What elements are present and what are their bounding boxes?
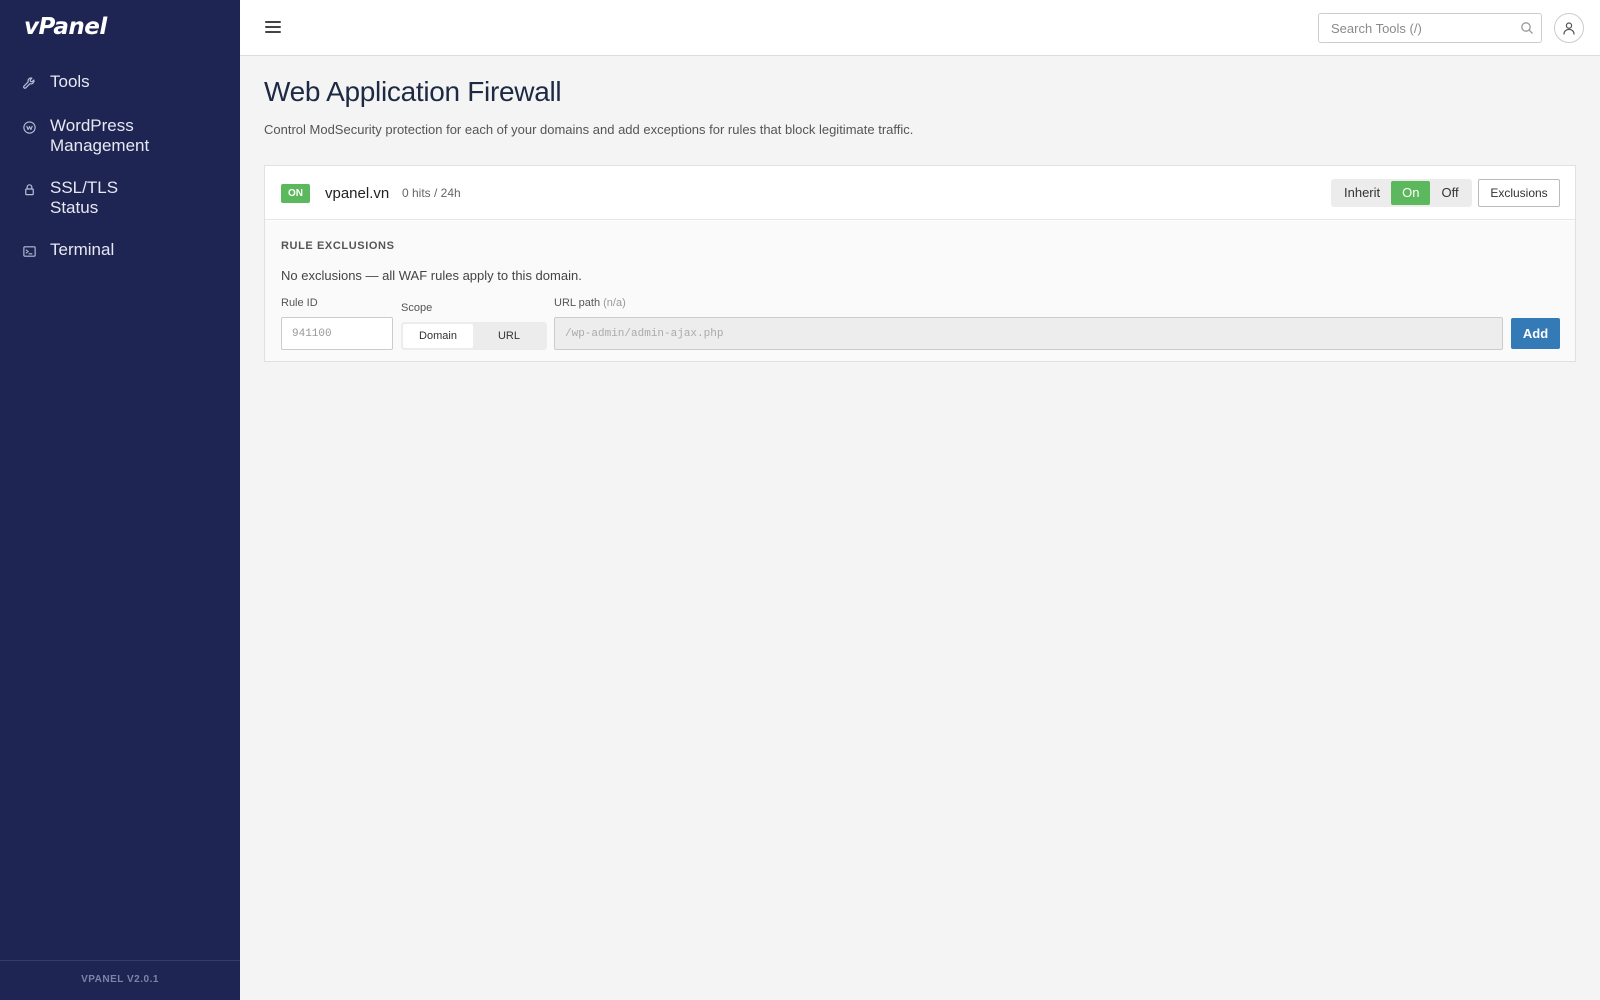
sidebar-item-tools[interactable]: Tools — [0, 66, 240, 100]
vpanel-logo[interactable]: vPanel — [24, 14, 107, 40]
sidebar-item-label: WordPress Management — [50, 116, 150, 155]
user-menu-button[interactable] — [1554, 13, 1584, 43]
add-exclusion-button[interactable]: Add — [1511, 318, 1560, 349]
rule-exclusions-panel: RULE EXCLUSIONS No exclusions — all WAF … — [265, 221, 1575, 361]
page-description: Control ModSecurity protection for each … — [264, 122, 914, 137]
url-path-hint: (n/a) — [603, 297, 626, 309]
sidebar-item-ssl-tls-status[interactable]: SSL/TLS Status — [0, 172, 240, 224]
mode-inherit-button[interactable]: Inherit — [1333, 181, 1391, 205]
sidebar-item-wordpress-management[interactable]: WordPress Management — [0, 110, 240, 162]
wordpress-icon — [20, 116, 38, 138]
sidebar-item-label: Terminal — [50, 240, 115, 259]
domain-card-header: ON vpanel.vn 0 hits / 24h Inherit On Off… — [265, 166, 1575, 220]
sidebar: vPanel Tools WordPress Management SSL/TL… — [0, 0, 240, 1000]
sidebar-item-label: Tools — [50, 72, 90, 91]
scope-domain-button[interactable]: Domain — [403, 324, 473, 348]
rule-id-label: Rule ID — [281, 297, 318, 309]
waf-mode-toggle: Inherit On Off — [1331, 179, 1472, 207]
wrench-icon — [20, 72, 38, 94]
url-path-input[interactable] — [554, 317, 1503, 350]
url-path-label-text: URL path — [554, 297, 601, 309]
search-input[interactable] — [1319, 14, 1509, 42]
page-title: Web Application Firewall — [264, 76, 562, 107]
terminal-icon — [20, 240, 38, 262]
mode-off-button[interactable]: Off — [1430, 181, 1469, 205]
user-icon — [1563, 22, 1575, 35]
topbar — [240, 0, 1600, 56]
status-badge: ON — [281, 184, 310, 203]
lock-icon — [20, 178, 38, 200]
rule-id-input[interactable] — [281, 317, 393, 350]
exclusions-button[interactable]: Exclusions — [1478, 179, 1560, 207]
scope-toggle: Domain URL — [401, 322, 547, 350]
hits-count: 0 hits / 24h — [402, 186, 461, 200]
domain-waf-card: ON vpanel.vn 0 hits / 24h Inherit On Off… — [264, 165, 1576, 362]
domain-name: vpanel.vn — [325, 185, 390, 202]
scope-label: Scope — [401, 302, 433, 314]
sidebar-nav: Tools WordPress Management SSL/TLS Statu… — [0, 62, 240, 268]
section-title: RULE EXCLUSIONS — [281, 240, 395, 252]
sidebar-item-label: SSL/TLS Status — [50, 178, 119, 217]
sidebar-item-terminal[interactable]: Terminal — [0, 234, 240, 268]
url-path-label: URL path (n/a) — [554, 297, 626, 309]
scope-url-button[interactable]: URL — [473, 324, 545, 348]
mode-on-button[interactable]: On — [1391, 181, 1431, 205]
search-box — [1318, 13, 1542, 43]
empty-message: No exclusions — all WAF rules apply to t… — [281, 268, 582, 283]
menu-toggle-icon[interactable] — [264, 18, 282, 36]
version-label: VPANEL V2.0.1 — [0, 960, 240, 1000]
search-icon[interactable] — [1520, 21, 1534, 35]
